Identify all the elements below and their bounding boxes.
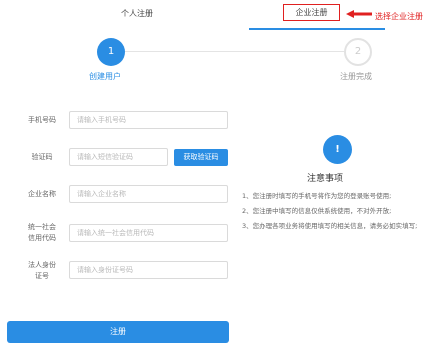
code-input[interactable] bbox=[69, 148, 168, 166]
step-1-label: 创建用户 bbox=[89, 72, 121, 81]
company-name-label: 企业名称 bbox=[28, 190, 56, 198]
credit-code-label-line2: 信用代码 bbox=[28, 234, 56, 242]
tab-personal-registration[interactable]: 个人注册 bbox=[121, 8, 153, 19]
left-arrow-icon bbox=[346, 10, 372, 18]
notice-title: 注意事项 bbox=[307, 174, 344, 184]
notice-item: 3、您办理各项业务将使用填写的相关信息，请务必如实填写; bbox=[242, 222, 418, 230]
company-name-input[interactable] bbox=[69, 185, 228, 203]
annotation-text: 选择企业注册 bbox=[375, 12, 423, 21]
exclamation-icon: ! bbox=[323, 135, 352, 164]
code-label: 验证码 bbox=[31, 153, 53, 161]
step-2-label: 注册完成 bbox=[340, 72, 372, 81]
phone-input[interactable] bbox=[69, 111, 228, 129]
notice-item: 1、您注册时填写的手机号将作为您的登录账号使用; bbox=[242, 192, 392, 200]
phone-label: 手机号码 bbox=[28, 116, 56, 124]
legal-id-label-line2: 证号 bbox=[35, 272, 49, 280]
tab-enterprise-registration[interactable]: 企业注册 bbox=[283, 4, 340, 21]
legal-id-input[interactable] bbox=[69, 261, 228, 279]
credit-code-label: 统一社会 信用代码 bbox=[22, 222, 62, 244]
active-tab-underline bbox=[249, 28, 385, 30]
step-2-circle: 2 bbox=[344, 38, 372, 66]
notice-item: 2、您注册中填写的信息仅供系统使用，不对外开放; bbox=[242, 207, 392, 215]
get-code-button[interactable]: 获取验证码 bbox=[174, 149, 228, 166]
step-1-circle: 1 bbox=[97, 38, 125, 66]
legal-id-label-line1: 法人身份 bbox=[28, 261, 56, 269]
credit-code-label-line1: 统一社会 bbox=[28, 223, 56, 231]
register-button[interactable]: 注册 bbox=[7, 321, 229, 343]
step-connector bbox=[125, 51, 344, 52]
credit-code-input[interactable] bbox=[69, 224, 228, 242]
legal-id-label: 法人身份 证号 bbox=[22, 260, 62, 282]
